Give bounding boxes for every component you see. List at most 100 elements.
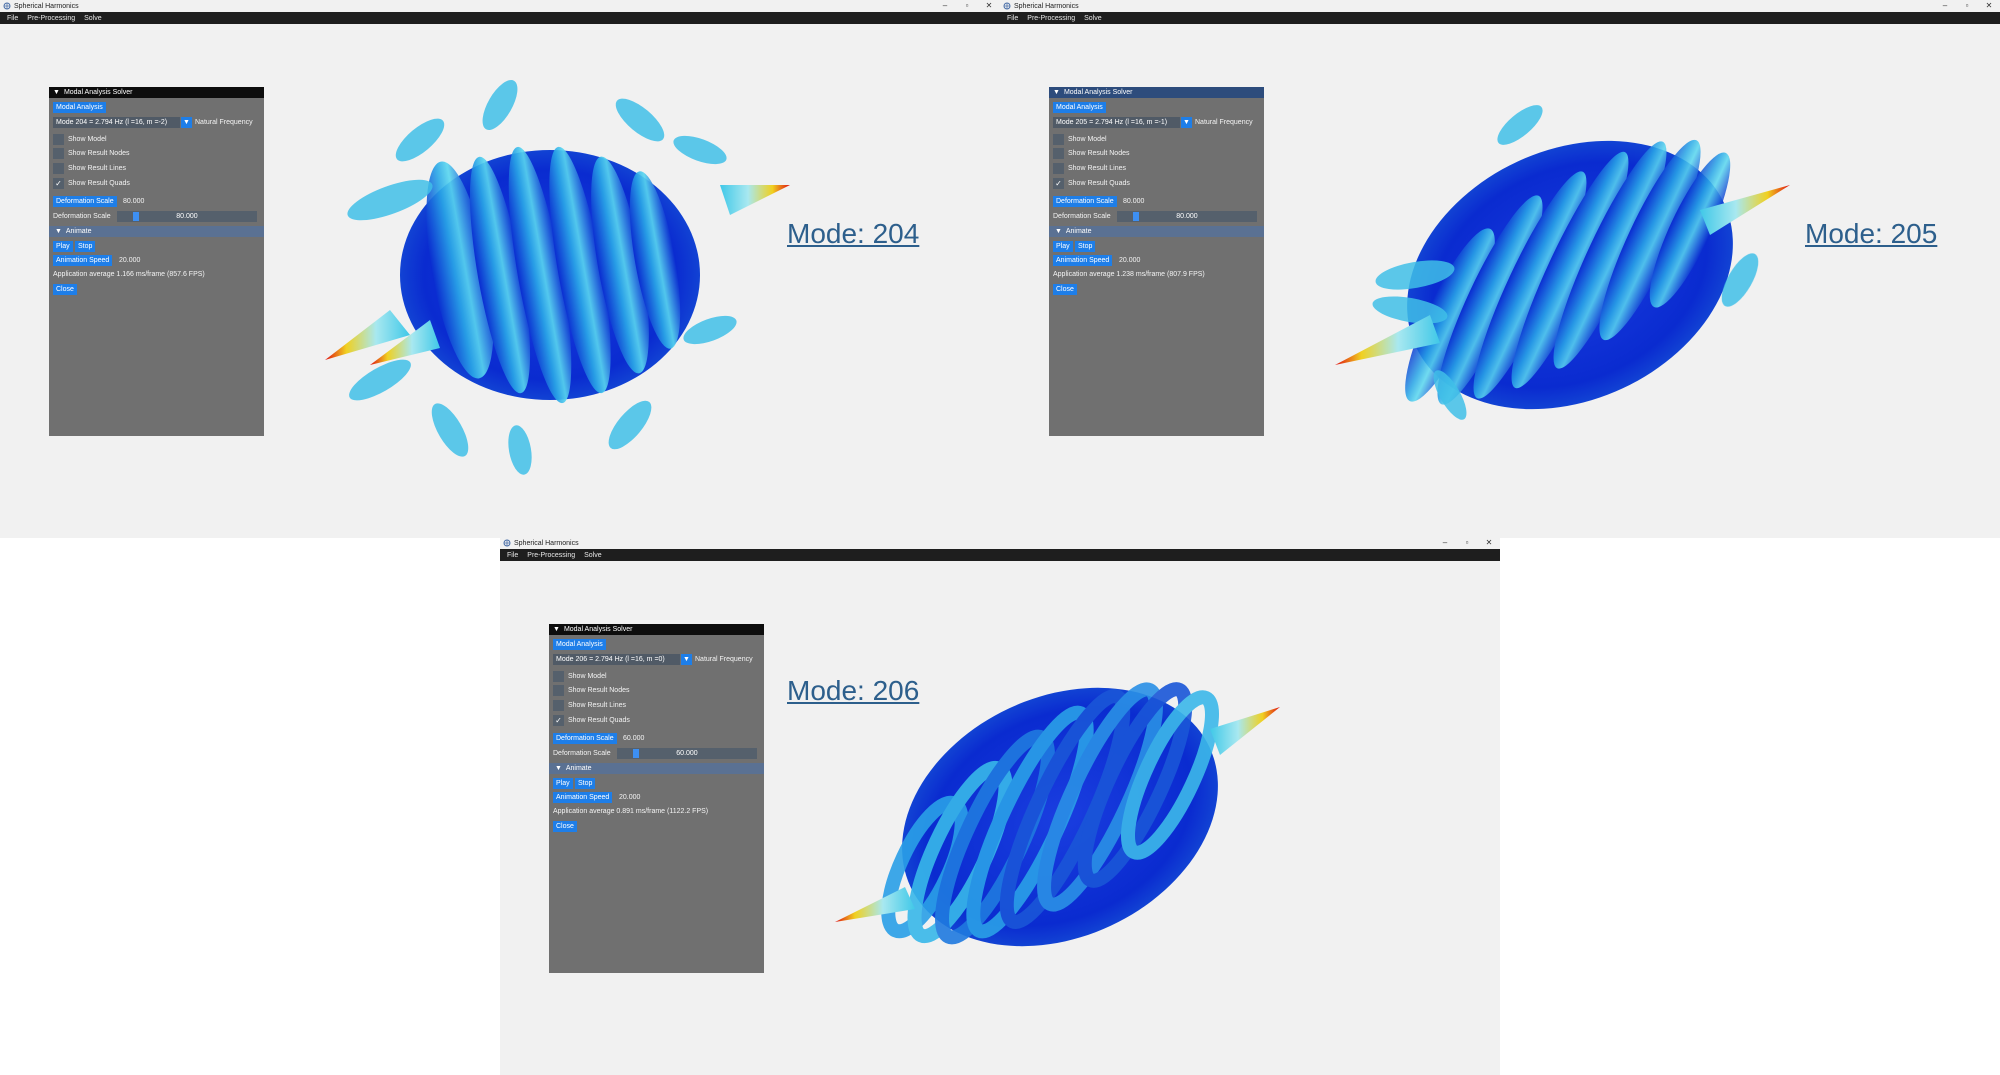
close-window-button[interactable]: ✕	[1478, 537, 1500, 549]
close-button[interactable]: Close	[553, 821, 577, 832]
menu-solve[interactable]: Solve	[1084, 15, 1102, 22]
close-window-button[interactable]: ✕	[978, 0, 1000, 12]
stop-button[interactable]: Stop	[75, 241, 96, 252]
mode-label[interactable]: Mode: 205	[1805, 218, 1937, 250]
animation-speed-value: 20.000	[1119, 257, 1141, 264]
restore-button[interactable]: ▫	[1956, 0, 1978, 12]
show-result-quads-checkbox[interactable]: ✓	[53, 178, 64, 189]
show-result-quads-checkbox[interactable]: ✓	[1053, 178, 1064, 189]
modal-analysis-panel: ▼ Modal Analysis Solver Modal Analysis Mo…	[549, 624, 764, 973]
show-result-quads-label: Show Result Quads	[568, 717, 630, 724]
deformation-scale-value: 60.000	[623, 735, 645, 742]
natural-frequency-label: Natural Frequency	[195, 119, 253, 126]
stop-button[interactable]: Stop	[575, 778, 596, 789]
deformation-scale-slider[interactable]: 80.000	[1117, 211, 1257, 222]
deformation-scale-button[interactable]: Deformation Scale	[553, 733, 617, 744]
show-result-quads-checkbox[interactable]: ✓	[553, 715, 564, 726]
close-button[interactable]: Close	[53, 284, 77, 295]
show-result-nodes-checkbox[interactable]	[553, 685, 564, 696]
menu-pre-processing[interactable]: Pre-Processing	[527, 552, 575, 559]
animation-speed-button[interactable]: Animation Speed	[53, 255, 113, 266]
show-model-label: Show Model	[68, 136, 107, 143]
minimize-button[interactable]: –	[1934, 0, 1956, 12]
show-model-label: Show Model	[568, 673, 607, 680]
panel-header[interactable]: ▼ Modal Analysis Solver	[549, 624, 764, 635]
modal-analysis-panel: ▼ Modal Analysis Solver Modal Analysis Mo…	[49, 87, 264, 436]
modal-analysis-button[interactable]: Modal Analysis	[1053, 102, 1106, 113]
deformation-scale-label: Deformation Scale	[53, 213, 111, 220]
app-window-mode-206: Spherical Harmonics – ▫ ✕ File Pre-Proce…	[500, 537, 1500, 1075]
animate-section-header[interactable]: ▼ Animate	[49, 226, 264, 237]
collapse-triangle-icon[interactable]: ▼	[53, 87, 60, 98]
show-result-nodes-checkbox[interactable]	[1053, 148, 1064, 159]
mode-select[interactable]: Mode 205 = 2.794 Hz (l =16, m =-1)	[1053, 117, 1180, 128]
menu-file[interactable]: File	[7, 15, 18, 22]
show-model-checkbox[interactable]	[1053, 134, 1064, 145]
restore-button[interactable]: ▫	[956, 0, 978, 12]
app-average-text: Application average 0.891 ms/frame (1122…	[553, 808, 709, 815]
deformation-scale-slider[interactable]: 60.000	[617, 748, 757, 759]
show-model-label: Show Model	[1068, 136, 1107, 143]
menu-solve[interactable]: Solve	[84, 15, 102, 22]
app-icon	[3, 2, 11, 10]
deformation-scale-button[interactable]: Deformation Scale	[53, 196, 117, 207]
show-result-lines-checkbox[interactable]	[53, 163, 64, 174]
modal-analysis-button[interactable]: Modal Analysis	[53, 102, 106, 113]
menu-bar: File Pre-Processing Solve	[500, 549, 1500, 561]
window-title: Spherical Harmonics	[514, 539, 579, 547]
modal-analysis-button[interactable]: Modal Analysis	[553, 639, 606, 650]
show-result-quads-label: Show Result Quads	[68, 180, 130, 187]
app-window-mode-205: Spherical Harmonics – ▫ ✕ File Pre-Proce…	[1000, 0, 2000, 538]
mode-shape-3d-render	[1335, 105, 1790, 420]
close-window-button[interactable]: ✕	[1978, 0, 2000, 12]
restore-button[interactable]: ▫	[1456, 537, 1478, 549]
collapse-triangle-icon[interactable]: ▼	[1053, 87, 1060, 98]
check-icon: ✓	[55, 179, 62, 188]
deformation-scale-button[interactable]: Deformation Scale	[1053, 196, 1117, 207]
stop-button[interactable]: Stop	[1075, 241, 1096, 252]
mode-select[interactable]: Mode 206 = 2.794 Hz (l =16, m =0)	[553, 654, 680, 665]
show-result-lines-label: Show Result Lines	[1068, 165, 1126, 172]
slider-value: 80.000	[176, 213, 198, 220]
chevron-down-icon[interactable]: ▼	[1181, 117, 1192, 128]
show-result-nodes-label: Show Result Nodes	[568, 687, 630, 694]
show-model-checkbox[interactable]	[53, 134, 64, 145]
menu-pre-processing[interactable]: Pre-Processing	[27, 15, 75, 22]
show-result-lines-checkbox[interactable]	[1053, 163, 1064, 174]
play-button[interactable]: Play	[1053, 241, 1073, 252]
animation-speed-button[interactable]: Animation Speed	[1053, 255, 1113, 266]
collapse-triangle-icon: ▼	[1055, 228, 1066, 235]
show-result-lines-label: Show Result Lines	[568, 702, 626, 709]
show-result-lines-checkbox[interactable]	[553, 700, 564, 711]
modal-analysis-panel: ▼ Modal Analysis Solver Modal Analysis Mo…	[1049, 87, 1264, 436]
show-result-nodes-checkbox[interactable]	[53, 148, 64, 159]
chevron-down-icon[interactable]: ▼	[181, 117, 192, 128]
mode-select[interactable]: Mode 204 = 2.794 Hz (l =16, m =-2)	[53, 117, 180, 128]
animate-section-header[interactable]: ▼ Animate	[549, 763, 764, 774]
show-result-nodes-label: Show Result Nodes	[68, 150, 130, 157]
show-model-checkbox[interactable]	[553, 671, 564, 682]
minimize-button[interactable]: –	[1434, 537, 1456, 549]
menu-file[interactable]: File	[507, 552, 518, 559]
mode-label[interactable]: Mode: 204	[787, 218, 919, 250]
collapse-triangle-icon[interactable]: ▼	[553, 624, 560, 635]
collapse-triangle-icon: ▼	[55, 228, 66, 235]
natural-frequency-label: Natural Frequency	[1195, 119, 1253, 126]
mode-label[interactable]: Mode: 206	[787, 675, 919, 707]
deformation-scale-label: Deformation Scale	[1053, 213, 1111, 220]
menu-pre-processing[interactable]: Pre-Processing	[1027, 15, 1075, 22]
menu-file[interactable]: File	[1007, 15, 1018, 22]
panel-header[interactable]: ▼ Modal Analysis Solver	[1049, 87, 1264, 98]
close-button[interactable]: Close	[1053, 284, 1077, 295]
play-button[interactable]: Play	[553, 778, 573, 789]
chevron-down-icon[interactable]: ▼	[681, 654, 692, 665]
deformation-scale-slider[interactable]: 80.000	[117, 211, 257, 222]
minimize-button[interactable]: –	[934, 0, 956, 12]
play-button[interactable]: Play	[53, 241, 73, 252]
slider-value: 60.000	[676, 750, 698, 757]
app-average-text: Application average 1.238 ms/frame (807.…	[1053, 271, 1205, 278]
panel-header[interactable]: ▼ Modal Analysis Solver	[49, 87, 264, 98]
animation-speed-button[interactable]: Animation Speed	[553, 792, 613, 803]
menu-solve[interactable]: Solve	[584, 552, 602, 559]
animate-section-header[interactable]: ▼ Animate	[1049, 226, 1264, 237]
